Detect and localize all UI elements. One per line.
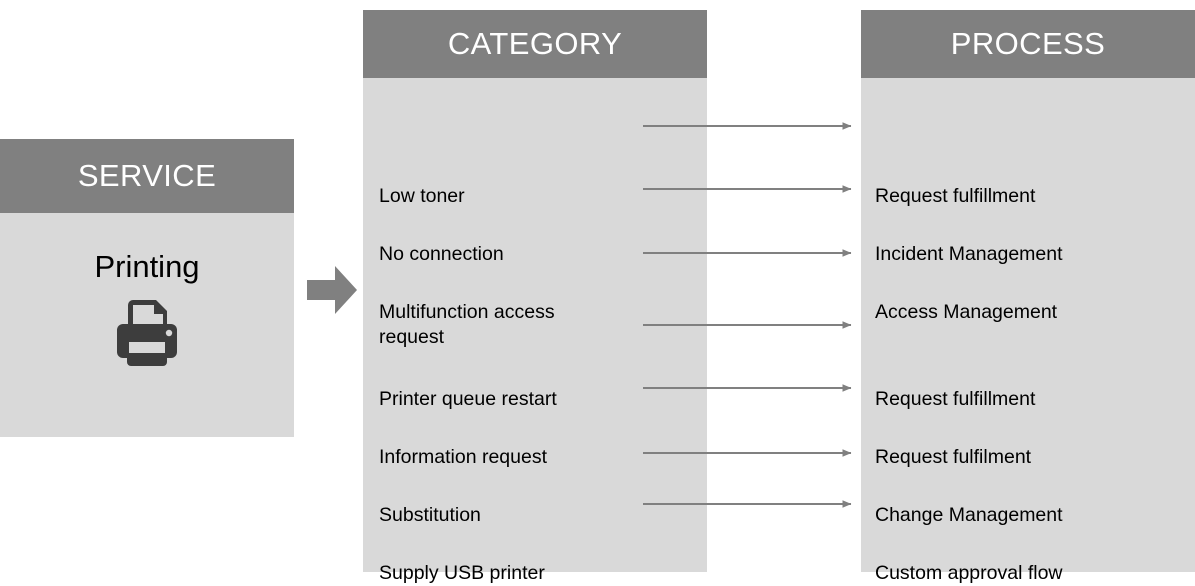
- category-item-low-toner[interactable]: Low toner: [379, 184, 639, 209]
- service-panel: SERVICE Printing: [0, 139, 294, 437]
- service-body: Printing: [0, 213, 294, 437]
- process-column: PROCESS Request fulfillment Incident Man…: [861, 10, 1195, 584]
- service-name-label: Printing: [94, 249, 200, 284]
- printer-icon: [117, 300, 177, 366]
- category-item-multifunction-access-request[interactable]: Multifunction access request: [379, 300, 639, 350]
- category-header-label: CATEGORY: [363, 10, 707, 78]
- category-item-supply-usb-printer[interactable]: Supply USB printer: [379, 561, 639, 586]
- category-item-printer-queue-restart[interactable]: Printer queue restart: [379, 387, 639, 412]
- process-item-change-management[interactable]: Change Management: [875, 503, 1185, 528]
- process-item-request-fulfilment[interactable]: Request fulfilment: [875, 445, 1185, 470]
- category-column: CATEGORY Low toner No connection Multifu…: [363, 10, 707, 584]
- process-item-incident-management[interactable]: Incident Management: [875, 242, 1185, 267]
- process-item-custom-approval-flow[interactable]: Custom approval flow: [875, 561, 1185, 586]
- service-header-label: SERVICE: [0, 139, 294, 213]
- process-item-access-management[interactable]: Access Management: [875, 300, 1185, 325]
- category-item-substitution[interactable]: Substitution: [379, 503, 639, 528]
- category-list: Low toner No connection Multifunction ac…: [363, 78, 707, 584]
- process-item-request-fulfillment-1[interactable]: Request fulfillment: [875, 184, 1185, 209]
- category-item-information-request[interactable]: Information request: [379, 445, 639, 470]
- category-item-no-connection[interactable]: No connection: [379, 242, 639, 267]
- process-header-label: PROCESS: [861, 10, 1195, 78]
- right-block-arrow-icon: [307, 266, 357, 314]
- process-item-request-fulfillment-2[interactable]: Request fulfillment: [875, 387, 1185, 412]
- process-list: Request fulfillment Incident Management …: [861, 78, 1195, 584]
